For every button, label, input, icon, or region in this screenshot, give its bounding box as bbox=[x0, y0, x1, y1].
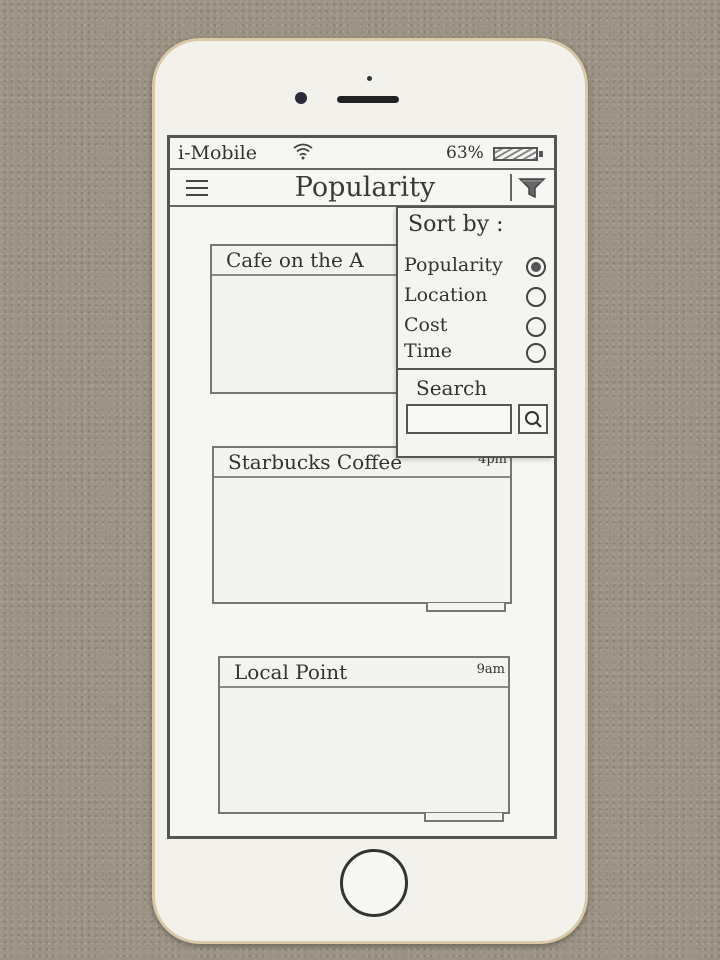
card-title: Cafe on the A bbox=[212, 246, 408, 276]
list-item[interactable]: Cafe on the A bbox=[210, 244, 410, 394]
sort-option-label: Time bbox=[404, 340, 453, 362]
magnifier-icon bbox=[525, 411, 542, 428]
card-time: 9am bbox=[476, 662, 505, 677]
card-footer-tab bbox=[424, 813, 504, 822]
list-item[interactable]: Starbucks Coffee 4pm bbox=[212, 446, 512, 612]
carrier-name: i-Mobile bbox=[178, 142, 257, 164]
front-camera bbox=[295, 92, 307, 104]
radio-button[interactable] bbox=[526, 287, 546, 307]
sort-option-label: Cost bbox=[404, 314, 448, 336]
search-section: Search bbox=[398, 368, 554, 458]
earpiece-speaker bbox=[337, 96, 399, 103]
phone-screen: i-Mobile 63% Popularity Cafe on the A St… bbox=[167, 135, 557, 839]
status-bar: i-Mobile 63% bbox=[170, 138, 554, 170]
funnel-filter-icon[interactable] bbox=[510, 174, 550, 201]
radio-button[interactable] bbox=[526, 317, 546, 337]
navigation-bar: Popularity bbox=[170, 170, 554, 207]
search-label: Search bbox=[416, 376, 488, 400]
card-title: Local Point bbox=[220, 658, 508, 688]
sort-option-time[interactable]: Time bbox=[402, 340, 552, 368]
hamburger-menu-icon[interactable] bbox=[186, 180, 208, 197]
sort-option-location[interactable]: Location bbox=[402, 284, 552, 312]
sort-option-popularity[interactable]: Popularity bbox=[402, 254, 552, 282]
battery-percent: 63% bbox=[446, 143, 484, 163]
front-sensor bbox=[367, 76, 372, 81]
radio-button-checked[interactable] bbox=[526, 257, 546, 277]
sort-option-cost[interactable]: Cost bbox=[402, 314, 552, 342]
radio-button[interactable] bbox=[526, 343, 546, 363]
home-button[interactable] bbox=[340, 849, 408, 917]
sort-title: Sort by : bbox=[408, 212, 504, 237]
search-button[interactable] bbox=[518, 404, 548, 434]
card-footer-tab bbox=[426, 603, 506, 612]
sort-option-label: Location bbox=[404, 284, 488, 306]
page-title: Popularity bbox=[294, 172, 436, 203]
battery-icon bbox=[493, 147, 543, 161]
sort-option-label: Popularity bbox=[404, 254, 503, 276]
sort-dropdown: Sort by : Popularity Location Cost Time … bbox=[396, 206, 554, 458]
list-item[interactable]: Local Point 9am bbox=[218, 656, 510, 822]
wifi-icon bbox=[293, 143, 313, 160]
search-input[interactable] bbox=[406, 404, 512, 434]
